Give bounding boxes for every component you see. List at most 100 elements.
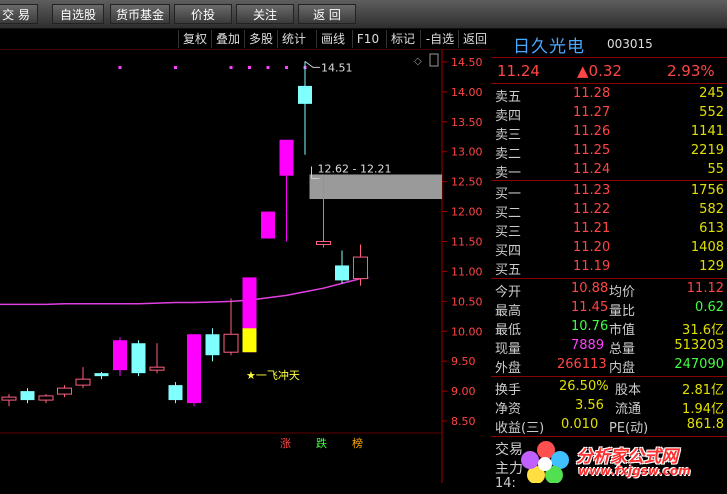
chart-adjust-button[interactable]: 复权	[178, 30, 211, 48]
candle-body	[149, 366, 165, 371]
candle-body	[113, 340, 127, 371]
quote-panel: 日久光电 003015 11.24 ▲0.32 2.93% 卖五 11.28 245…	[491, 29, 727, 491]
candle-body	[38, 395, 54, 401]
chart-return-button[interactable]: 返回	[458, 30, 491, 48]
signal-label: ★一飞冲天	[246, 368, 300, 382]
quote-row-low: 最低 10.76 市值 31.6亿	[495, 319, 724, 338]
candle-body	[223, 333, 239, 353]
candle-body	[298, 85, 312, 104]
candle-body	[316, 241, 331, 245]
bid-row-3[interactable]: 买三 11.21 613	[491, 220, 727, 240]
quote-row-volume: 现量 7889 总量 513203	[495, 338, 724, 357]
watermark-url: www.fxjgsw.com	[578, 464, 691, 478]
bid-row-1[interactable]: 买一 11.23 1756	[491, 182, 727, 202]
rise-tab[interactable]: 涨	[280, 437, 291, 450]
main-toolbar: 交 易 自选股 货币基金 价投 关注 返 回	[0, 0, 727, 29]
toolbar-money-fund-button[interactable]: 货币基金	[110, 4, 170, 24]
high-label: 14.51	[321, 61, 353, 74]
watermark-logo: 分析家公式网 www.fxjgsw.com	[512, 438, 727, 483]
ask-row-4[interactable]: 卖四 11.27 552	[491, 104, 727, 124]
candle-body	[279, 139, 294, 176]
y-tick-label: 11.00	[451, 265, 483, 278]
candle-body	[168, 385, 183, 401]
y-tick-label: 9.50	[451, 355, 476, 368]
candle-body	[353, 256, 368, 280]
candle-body	[1, 396, 17, 401]
y-tick-label: 10.00	[451, 325, 483, 338]
kline-chart[interactable]: ◇ 14.50 14.00 13.50 13.00 12.50 12.00 11.50 11.…	[0, 50, 491, 483]
y-tick-label: 10.50	[451, 295, 483, 308]
ma-line	[0, 276, 369, 306]
ask-row-3[interactable]: 卖三 11.26 1141	[491, 123, 727, 143]
chart-mark-button[interactable]: 标记	[386, 30, 419, 48]
y-tick-label: 8.50	[451, 415, 476, 428]
fundamentals-separator	[491, 376, 727, 377]
price-change: ▲0.32	[577, 62, 622, 80]
quote-row-nav: 净资 3.56 流通 1.94亿	[495, 398, 724, 417]
ask-row-1[interactable]: 卖一 11.24 55	[491, 161, 727, 181]
quote-row-open: 今开 10.88 均价 11.12	[495, 281, 724, 300]
signal-dot	[266, 66, 270, 69]
stock-name: 日久光电	[513, 37, 585, 57]
bottom-separator	[491, 436, 727, 437]
price-line: 11.24 ▲0.32 2.93%	[491, 59, 727, 84]
flower-logo-icon	[521, 441, 569, 483]
chart-remove-watch-button[interactable]: -自选	[420, 30, 459, 48]
quote-row-turnover: 换手 26.50% 股本 2.81亿	[495, 379, 724, 398]
chart-f10-button[interactable]: F10	[352, 30, 383, 48]
rank-tab[interactable]: 榜	[352, 436, 363, 450]
quote-row-eps: 收益(三) 0.010 PE(动) 861.8	[495, 417, 724, 436]
candle-body	[75, 378, 91, 386]
candle-body	[57, 387, 72, 395]
price-change-pct: 2.93%	[667, 62, 715, 80]
bid-row-2[interactable]: 买二 11.22 582	[491, 201, 727, 221]
quote-row-outer: 外盘 266113 内盘 247090	[495, 357, 724, 376]
toolbar-trade-button[interactable]: 交 易	[0, 4, 38, 24]
signal-dot	[248, 66, 251, 69]
candles	[1, 61, 368, 407]
y-tick-label: 9.00	[451, 385, 476, 398]
bid-row-5[interactable]: 买五 11.19 129	[491, 258, 727, 278]
stock-code: 003015	[607, 37, 653, 51]
toolbar-value-invest-button[interactable]: 价投	[174, 4, 232, 24]
ask-row-5[interactable]: 卖五 11.28 245	[491, 85, 727, 105]
signal-dot	[174, 66, 177, 69]
signal-dots	[118, 66, 307, 69]
diamond-icon[interactable]: ◇	[414, 56, 422, 67]
candle-body	[205, 334, 220, 356]
candle-body	[94, 373, 109, 377]
y-tick-label: 12.00	[451, 206, 483, 219]
y-tick-label: 11.50	[451, 236, 483, 249]
fall-tab[interactable]: 跌	[316, 436, 327, 450]
signal-segment	[242, 328, 257, 353]
y-tick-label: 14.00	[451, 86, 483, 99]
chart-draw-button[interactable]: 画线	[316, 30, 349, 48]
toolbar-follow-button[interactable]: 关注	[236, 4, 294, 24]
chart-toolbar: 复权 叠加 多股 统计 画线 F10 标记 -自选 返回	[0, 29, 490, 50]
candle-body	[335, 265, 349, 281]
candle-body	[261, 211, 275, 239]
scroll-icon[interactable]	[429, 53, 439, 67]
gap-label: 12.62 - 12.21	[318, 162, 392, 175]
high-pointer	[304, 60, 320, 68]
book-separator	[491, 180, 727, 181]
signal-dot	[118, 66, 122, 69]
candle-body	[131, 343, 146, 374]
quote-separator	[491, 278, 727, 279]
chart-stats-button[interactable]: 统计	[277, 30, 310, 48]
toolbar-back-button[interactable]: 返 回	[298, 4, 356, 24]
stock-title-bar: 日久光电 003015	[491, 29, 727, 58]
ask-row-2[interactable]: 卖二 11.25 2219	[491, 142, 727, 162]
chart-multi-button[interactable]: 多股	[244, 30, 277, 48]
signal-dot	[229, 66, 233, 69]
chart-overlay-button[interactable]: 叠加	[211, 30, 244, 48]
toolbar-watchlist-button[interactable]: 自选股	[52, 4, 104, 24]
last-price: 11.24	[497, 62, 540, 80]
y-ticks: 14.50 14.00 13.50 13.00 12.50 12.00 11.50 11.00…	[442, 56, 483, 428]
candle-body	[187, 334, 201, 404]
signal-dot	[285, 66, 288, 69]
y-tick-label: 12.50	[451, 176, 483, 189]
candle-body	[20, 391, 35, 401]
bid-row-4[interactable]: 买四 11.20 1408	[491, 239, 727, 259]
gap-box	[309, 174, 442, 200]
